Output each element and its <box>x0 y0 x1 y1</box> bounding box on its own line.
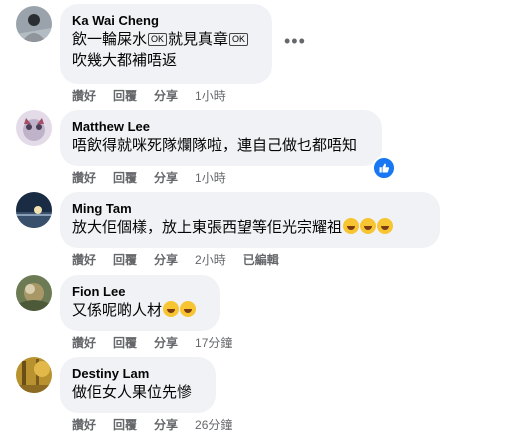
comment-author[interactable]: Matthew Lee <box>72 118 370 135</box>
comment-text: 飲一輪屎水 OK 就見真章 OK <box>72 29 260 50</box>
share-link[interactable]: 分享 <box>154 416 178 433</box>
reply-link[interactable]: 回覆 <box>113 87 137 104</box>
comment-text-part: 又係呢啲人材 <box>72 302 163 319</box>
comment-text: 做佢女人果位先慘 <box>72 384 193 401</box>
comment-text-part: 放大佢個樣，放上東張西望等佢光宗耀祖 <box>72 219 343 236</box>
timestamp[interactable]: 1小時 <box>195 87 226 104</box>
avatar[interactable] <box>16 6 52 42</box>
reply-link[interactable]: 回覆 <box>113 334 137 351</box>
edited-label[interactable]: 已編輯 <box>243 251 279 268</box>
like-link[interactable]: 讚好 <box>72 251 96 268</box>
comment-author[interactable]: Fion Lee <box>72 283 208 300</box>
like-link[interactable]: 讚好 <box>72 416 96 433</box>
like-link[interactable]: 讚好 <box>72 87 96 104</box>
comment-actions: 讚好 回覆 分享 1小時 <box>72 87 243 104</box>
more-horizontal-icon[interactable]: ••• <box>284 32 306 50</box>
rolling-laughing-emoji-icon <box>377 218 394 234</box>
avatar[interactable] <box>16 275 52 311</box>
comment-author[interactable]: Ming Tam <box>72 200 428 217</box>
like-link[interactable]: 讚好 <box>72 169 96 186</box>
rolling-laughing-emoji-icon <box>360 218 377 234</box>
timestamp[interactable]: 26分鐘 <box>195 416 232 433</box>
comment-bubble: Ka Wai Cheng 飲一輪屎水 OK 就見真章 OK 吹幾大都補唔返 <box>60 4 272 84</box>
reply-link[interactable]: 回覆 <box>113 416 137 433</box>
avatar[interactable] <box>16 110 52 146</box>
comment-bubble: Fion Lee 又係呢啲人材 <box>60 275 220 331</box>
comment-text: 唔飲得就咪死隊爛隊啦，連自己做乜都唔知 <box>72 137 358 154</box>
comment-bubble: Ming Tam 放大佢個樣，放上東張西望等佢光宗耀祖 <box>60 192 440 248</box>
timestamp[interactable]: 2小時 <box>195 251 226 268</box>
avatar[interactable] <box>16 357 52 393</box>
laughing-emoji-icon <box>180 301 197 317</box>
avatar[interactable] <box>16 192 52 228</box>
comment-text: 吹幾大都補唔返 <box>72 52 178 69</box>
comment-bubble: Matthew Lee 唔飲得就咪死隊爛隊啦，連自己做乜都唔知 <box>60 110 382 166</box>
laughing-emoji-icon <box>163 301 180 317</box>
rolling-laughing-emoji-icon <box>343 218 360 234</box>
comment-author[interactable]: Ka Wai Cheng <box>72 12 260 29</box>
ok-emoji-icon: OK <box>229 33 249 46</box>
like-reaction-icon[interactable] <box>372 156 396 180</box>
timestamp[interactable]: 1小時 <box>195 169 226 186</box>
comment-actions: 讚好 回覆 分享 17分鐘 <box>72 334 249 351</box>
share-link[interactable]: 分享 <box>154 334 178 351</box>
comment-text-part: 飲一輪屎水 <box>72 31 148 48</box>
comment-actions: 讚好 回覆 分享 2小時 已編輯 <box>72 251 296 268</box>
comment-text-part: 就見真章 <box>168 31 229 48</box>
comment-actions: 讚好 回覆 分享 26分鐘 <box>72 416 249 433</box>
share-link[interactable]: 分享 <box>154 87 178 104</box>
share-link[interactable]: 分享 <box>154 169 178 186</box>
like-link[interactable]: 讚好 <box>72 334 96 351</box>
reply-link[interactable]: 回覆 <box>113 169 137 186</box>
share-link[interactable]: 分享 <box>154 251 178 268</box>
comment-actions: 讚好 回覆 分享 1小時 <box>72 169 243 186</box>
timestamp[interactable]: 17分鐘 <box>195 334 232 351</box>
comment-bubble: Destiny Lam 做佢女人果位先慘 <box>60 357 216 413</box>
comment-text: 又係呢啲人材 <box>72 300 208 321</box>
comment-author[interactable]: Destiny Lam <box>72 365 204 382</box>
reply-link[interactable]: 回覆 <box>113 251 137 268</box>
comment-text: 放大佢個樣，放上東張西望等佢光宗耀祖 <box>72 217 428 238</box>
ok-emoji-icon: OK <box>148 33 168 46</box>
